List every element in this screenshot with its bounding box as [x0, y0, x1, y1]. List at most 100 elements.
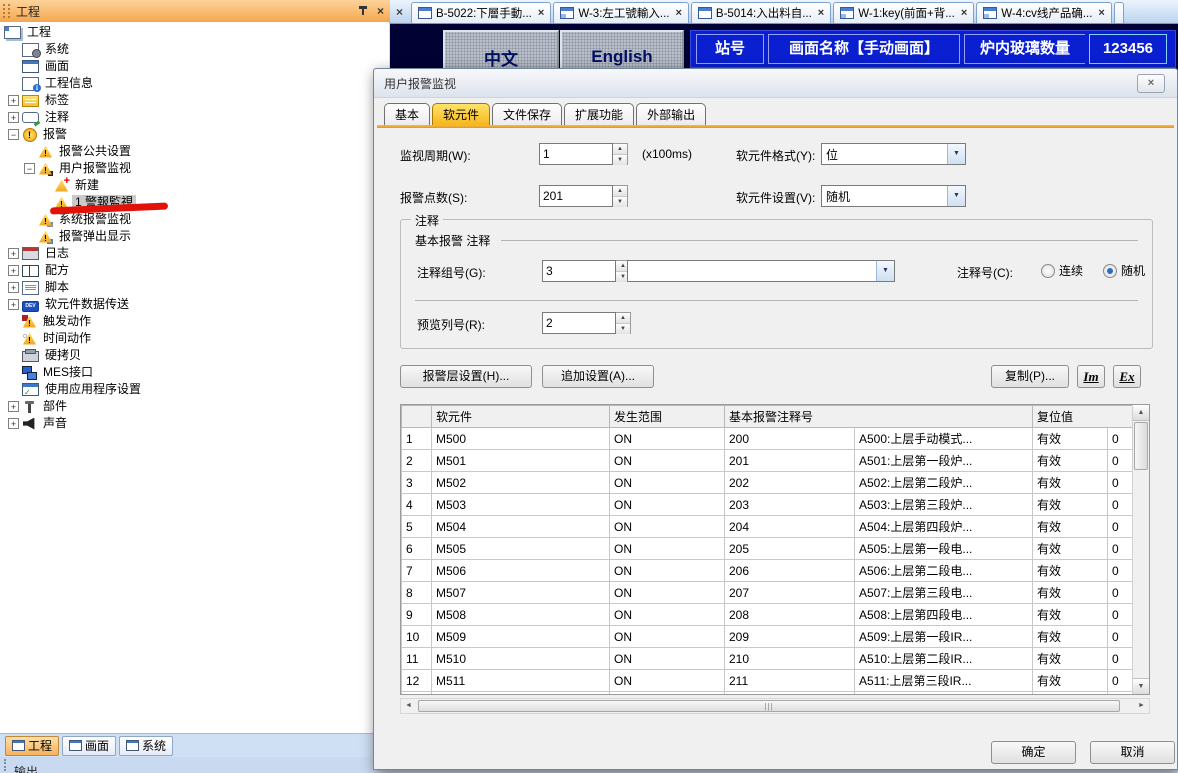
- dialog-titlebar[interactable]: 用户报警监视 ×: [374, 69, 1177, 98]
- cell[interactable]: 0: [1108, 516, 1134, 538]
- dialog-tab-文件保存[interactable]: 文件保存: [492, 103, 562, 125]
- cell[interactable]: M501: [432, 450, 610, 472]
- col-comment[interactable]: 基本报警注释号: [725, 406, 1033, 428]
- spinner-buttons[interactable]: ▲▼: [613, 143, 628, 165]
- cell[interactable]: M511: [432, 670, 610, 692]
- cell[interactable]: ON: [610, 494, 725, 516]
- cell[interactable]: 210: [725, 648, 855, 670]
- cancel-button[interactable]: 取消: [1090, 741, 1175, 764]
- col-reset[interactable]: 复位值: [1033, 406, 1134, 428]
- cell[interactable]: A503:上层第三段炉...: [855, 494, 1033, 516]
- cell[interactable]: 0: [1108, 560, 1134, 582]
- cell[interactable]: M502: [432, 472, 610, 494]
- tree-item[interactable]: 报警公共设置: [0, 143, 389, 160]
- cell[interactable]: 0: [1108, 472, 1134, 494]
- panel-close-icon[interactable]: ×: [377, 4, 384, 18]
- col-rownum[interactable]: [402, 406, 432, 428]
- tree-item[interactable]: 系统: [0, 41, 389, 58]
- cell[interactable]: 7: [402, 560, 432, 582]
- scrollbar-thumb[interactable]: [1134, 422, 1148, 470]
- tab-close-icon[interactable]: ×: [675, 7, 681, 19]
- cell[interactable]: A506:上层第二段电...: [855, 560, 1033, 582]
- cell[interactable]: 0: [1108, 626, 1134, 648]
- dialog-tab-基本[interactable]: 基本: [384, 103, 430, 125]
- cell[interactable]: 204: [725, 516, 855, 538]
- tree-item[interactable]: 工程信息: [0, 75, 389, 92]
- scroll-down-icon[interactable]: ▼: [1133, 678, 1149, 694]
- tree-item[interactable]: MES接口: [0, 364, 389, 381]
- cell[interactable]: 12: [402, 670, 432, 692]
- tree-item[interactable]: +日志: [0, 245, 389, 262]
- table-row[interactable]: 8M507ON207A507:上层第三段电...有效0: [402, 582, 1134, 604]
- device-setting-combo[interactable]: 随机 ▼: [821, 185, 966, 207]
- cell[interactable]: 0: [1108, 582, 1134, 604]
- chevron-down-icon[interactable]: ▼: [947, 144, 965, 164]
- cell[interactable]: 0: [1108, 692, 1134, 696]
- hmi-cell[interactable]: 123456: [1089, 34, 1167, 64]
- document-tab[interactable]: W-1:key(前面+背...×: [833, 2, 974, 23]
- dialog-close-button[interactable]: ×: [1137, 74, 1165, 93]
- ok-button[interactable]: 确定: [991, 741, 1076, 764]
- cell[interactable]: M505: [432, 538, 610, 560]
- col-range[interactable]: 发生范围: [610, 406, 725, 428]
- cell[interactable]: 有效: [1033, 692, 1108, 696]
- panel-tab-系统[interactable]: 系统: [119, 736, 173, 756]
- document-tab[interactable]: W-3:左工號輸入...×: [553, 2, 689, 23]
- cell[interactable]: ON: [610, 692, 725, 696]
- cell[interactable]: A511:上层第三段IR...: [855, 670, 1033, 692]
- copy-button[interactable]: 复制(P)...: [991, 365, 1069, 388]
- tree-item[interactable]: +软元件数据传送: [0, 296, 389, 313]
- scroll-up-icon[interactable]: ▲: [1133, 405, 1149, 421]
- table-row[interactable]: 13M512ON212A512:上层第四段IR...有效0: [402, 692, 1134, 696]
- radio-random[interactable]: 随机: [1103, 262, 1145, 279]
- cell[interactable]: A512:上层第四段IR...: [855, 692, 1033, 696]
- cell[interactable]: 有效: [1033, 494, 1108, 516]
- panel-tab-画面[interactable]: 画面: [62, 736, 116, 756]
- cell[interactable]: 11: [402, 648, 432, 670]
- partial-tab[interactable]: [1114, 2, 1124, 23]
- cell[interactable]: 有效: [1033, 604, 1108, 626]
- alarm-points-spinner[interactable]: ▲▼: [539, 185, 628, 207]
- cell[interactable]: 有效: [1033, 538, 1108, 560]
- pin-icon[interactable]: [357, 5, 369, 17]
- hmi-cell[interactable]: 站号: [696, 34, 764, 64]
- cell[interactable]: ON: [610, 516, 725, 538]
- horizontal-scrollbar[interactable]: ◄ ||| ►: [400, 698, 1150, 714]
- cell[interactable]: 9: [402, 604, 432, 626]
- tree-item[interactable]: +注释: [0, 109, 389, 126]
- cell[interactable]: A504:上层第四段炉...: [855, 516, 1033, 538]
- cell[interactable]: 有效: [1033, 670, 1108, 692]
- cell[interactable]: 0: [1108, 450, 1134, 472]
- cell[interactable]: 0: [1108, 538, 1134, 560]
- cell[interactable]: 10: [402, 626, 432, 648]
- cell[interactable]: 206: [725, 560, 855, 582]
- tabbar-close-icon[interactable]: ×: [396, 5, 403, 19]
- cell[interactable]: 0: [1108, 604, 1134, 626]
- tree-item[interactable]: −用户报警监视: [0, 160, 389, 177]
- cell[interactable]: A508:上层第四段电...: [855, 604, 1033, 626]
- tree-item[interactable]: 工程: [0, 24, 389, 41]
- cell[interactable]: 有效: [1033, 472, 1108, 494]
- radio-continuous[interactable]: 连续: [1041, 262, 1083, 279]
- toggle-minus-icon[interactable]: −: [8, 129, 19, 140]
- spin-up-icon[interactable]: ▲: [613, 144, 627, 155]
- cell[interactable]: ON: [610, 648, 725, 670]
- tree-item[interactable]: 画面: [0, 58, 389, 75]
- chevron-down-icon[interactable]: ▼: [947, 186, 965, 206]
- cell[interactable]: 208: [725, 604, 855, 626]
- cell[interactable]: 200: [725, 428, 855, 450]
- cell[interactable]: A507:上层第三段电...: [855, 582, 1033, 604]
- tree-item[interactable]: 1 警報監視: [0, 194, 389, 211]
- table-row[interactable]: 12M511ON211A511:上层第三段IR...有效0: [402, 670, 1134, 692]
- tree-item[interactable]: 时间动作: [0, 330, 389, 347]
- table-row[interactable]: 4M503ON203A503:上层第三段炉...有效0: [402, 494, 1134, 516]
- dialog-tab-软元件[interactable]: 软元件: [432, 103, 490, 125]
- vertical-scrollbar[interactable]: ▲ ▼: [1132, 405, 1149, 694]
- import-button[interactable]: Im: [1077, 365, 1105, 388]
- toggle-minus-icon[interactable]: −: [24, 163, 35, 174]
- table-row[interactable]: 2M501ON201A501:上层第一段炉...有效0: [402, 450, 1134, 472]
- comment-group-no-input[interactable]: [542, 260, 616, 282]
- spin-up-icon[interactable]: ▲: [616, 313, 630, 324]
- cell[interactable]: 有效: [1033, 560, 1108, 582]
- cell[interactable]: M507: [432, 582, 610, 604]
